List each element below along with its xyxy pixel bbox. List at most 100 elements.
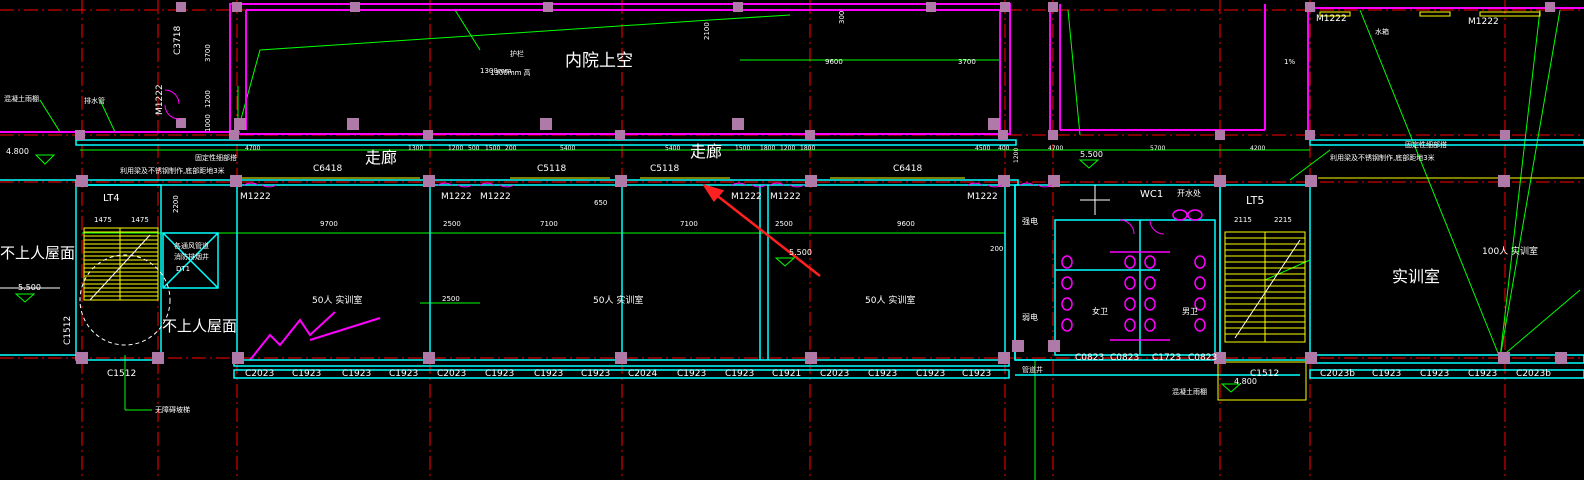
- cad-floor-plan-canvas[interactable]: 内院上空 走廊 走廊 50人 实训室 50人 实训室 50人 实训室 实训室 1…: [0, 0, 1584, 480]
- bottom-window-label: C1923: [389, 369, 418, 379]
- elevation-markers: [14, 154, 1242, 393]
- dim-label: 5400: [665, 145, 680, 152]
- room-dim-label: 2500: [443, 220, 461, 228]
- bottom-window-label: C1923: [581, 369, 610, 379]
- misc-dim-label: 2200: [172, 195, 180, 213]
- bottom-window-label: C1923: [1372, 369, 1401, 379]
- dim-label: 500: [468, 145, 480, 152]
- stair-dim-label: 1475: [94, 216, 112, 224]
- misc-dim-label: 9600: [825, 58, 843, 66]
- bottom-window-label: C1923: [485, 369, 514, 379]
- door-label: M1222: [731, 192, 762, 202]
- stair-left-label: LT4: [103, 193, 120, 204]
- side-window-label: C3718: [173, 26, 183, 55]
- elevation-label: 5.500: [1080, 150, 1103, 159]
- note-label: 固定性细部搭: [1405, 140, 1447, 149]
- misc-dim-label: 1200: [204, 90, 212, 108]
- railing-label: 护栏: [510, 49, 524, 58]
- dim-label: 1500: [735, 145, 750, 152]
- bottom-window-label: C1923: [534, 369, 563, 379]
- bottom-window-label: C2023b: [1320, 369, 1355, 379]
- misc-dim-label: 1000: [204, 114, 212, 132]
- top-window-label: C5118: [650, 164, 679, 174]
- room-classroom-1: 50人 实训室: [312, 294, 362, 306]
- bottom-window-label: C1923: [677, 369, 706, 379]
- wc-label: WC1: [1140, 189, 1163, 200]
- bottom-window-label: C1723: [1152, 353, 1181, 363]
- dim-label: 4700: [1048, 145, 1063, 152]
- bottom-window-label: C1923: [292, 369, 321, 379]
- room-courtyard: 内院上空: [565, 51, 633, 71]
- dim-label: 200: [505, 145, 517, 152]
- elevation-label: 4.800: [6, 147, 29, 156]
- shaft-label-2: 消防排烟井: [174, 252, 209, 261]
- bottom-window-label: C1921: [772, 369, 801, 379]
- top-window-label: C5118: [537, 164, 566, 174]
- bottom-window-label: C1923: [342, 369, 371, 379]
- canopy-left-label: 混凝土雨棚: [4, 94, 39, 103]
- room-classroom-2: 50人 实训室: [593, 294, 643, 306]
- red-arrow: [702, 183, 821, 277]
- note-label: 利用梁及不锈钢制作,底部距地3米: [120, 166, 225, 175]
- bottom-window-label: C2024: [628, 369, 657, 379]
- stair-dim-label: 2115: [1234, 216, 1252, 224]
- dim-label: 4200: [1250, 145, 1265, 152]
- door-label: M1222: [967, 192, 998, 202]
- room-corridor-right: 走廊: [690, 142, 722, 161]
- bottom-window-label: C2023: [820, 369, 849, 379]
- side-window-label: C1512: [63, 316, 73, 345]
- dim-label: 4700: [245, 145, 260, 152]
- door-label: M1222: [441, 192, 472, 202]
- door-label: M1222: [155, 84, 165, 115]
- dim-label: 1200: [780, 145, 795, 152]
- room-dim-label: 9600: [897, 220, 915, 228]
- misc-dim-label: 3700: [204, 44, 212, 62]
- dim-label: 1500: [485, 145, 500, 152]
- room-dim-label: 7100: [680, 220, 698, 228]
- water-room-label: 开水处: [1177, 188, 1201, 198]
- water-pipe-label: 排水管: [84, 96, 105, 105]
- top-window-label: C6418: [313, 164, 342, 174]
- strong-elec-label: 强电: [1022, 216, 1038, 226]
- misc-dim-label: 2500: [442, 295, 460, 303]
- womens-label: 女卫: [1092, 306, 1108, 316]
- roof-left-label: 不上人屋面: [0, 244, 75, 262]
- room-dim-label: 9700: [320, 220, 338, 228]
- canopy-right-label: 混凝土雨棚: [1172, 387, 1207, 396]
- door-label: M1222: [1468, 17, 1499, 27]
- bottom-window-label: C0823: [1110, 353, 1139, 363]
- elevation-label: 5.500: [18, 283, 41, 292]
- misc-dim-label: 200: [990, 245, 1003, 253]
- roof-center-label: 不上人屋面: [162, 317, 237, 335]
- misc-dim-label: 2100: [703, 22, 711, 40]
- bottom-window-label: C1923: [868, 369, 897, 379]
- mens-label: 男卫: [1182, 307, 1198, 316]
- dim-label: 4500: [975, 145, 990, 152]
- door-label: M1222: [770, 192, 801, 202]
- dim-label: 1200: [448, 145, 463, 152]
- bottom-window-label: C1923: [1468, 369, 1497, 379]
- water-tank-label: 水箱: [1375, 27, 1389, 36]
- columns: [75, 2, 1567, 364]
- bottom-window-label: C0823: [1075, 353, 1104, 363]
- note-label: 利用梁及不锈钢制作,底部距地3米: [1330, 153, 1435, 162]
- elevation-label: 5.500: [789, 248, 812, 257]
- bottom-window-label: C2023: [437, 369, 466, 379]
- room-corridor-left: 走廊: [365, 148, 397, 167]
- yellow-elements: [83, 11, 1584, 401]
- bottom-window-label: C1923: [1420, 369, 1449, 379]
- stair-dim-label: 2215: [1274, 216, 1292, 224]
- stair-dim-label: 1475: [131, 216, 149, 224]
- bottom-window-label: C1923: [962, 369, 991, 379]
- room-lab-right-cap: 100人 实训室: [1482, 245, 1538, 257]
- bottom-window-label: C2023b: [1516, 369, 1551, 379]
- ramp-label: 无障碍坡梯: [155, 405, 190, 414]
- lift-label: DT1: [176, 265, 190, 273]
- dim-label: 1800: [760, 145, 775, 152]
- bottom-window-label: C0823: [1188, 353, 1217, 363]
- bottom-window-label: C1923: [725, 369, 754, 379]
- shaft-label: 各通风管道: [174, 241, 209, 250]
- dim-label: 5700: [1150, 145, 1165, 152]
- dim-label: 1200: [1013, 148, 1020, 163]
- bottom-window-label: C1923: [916, 369, 945, 379]
